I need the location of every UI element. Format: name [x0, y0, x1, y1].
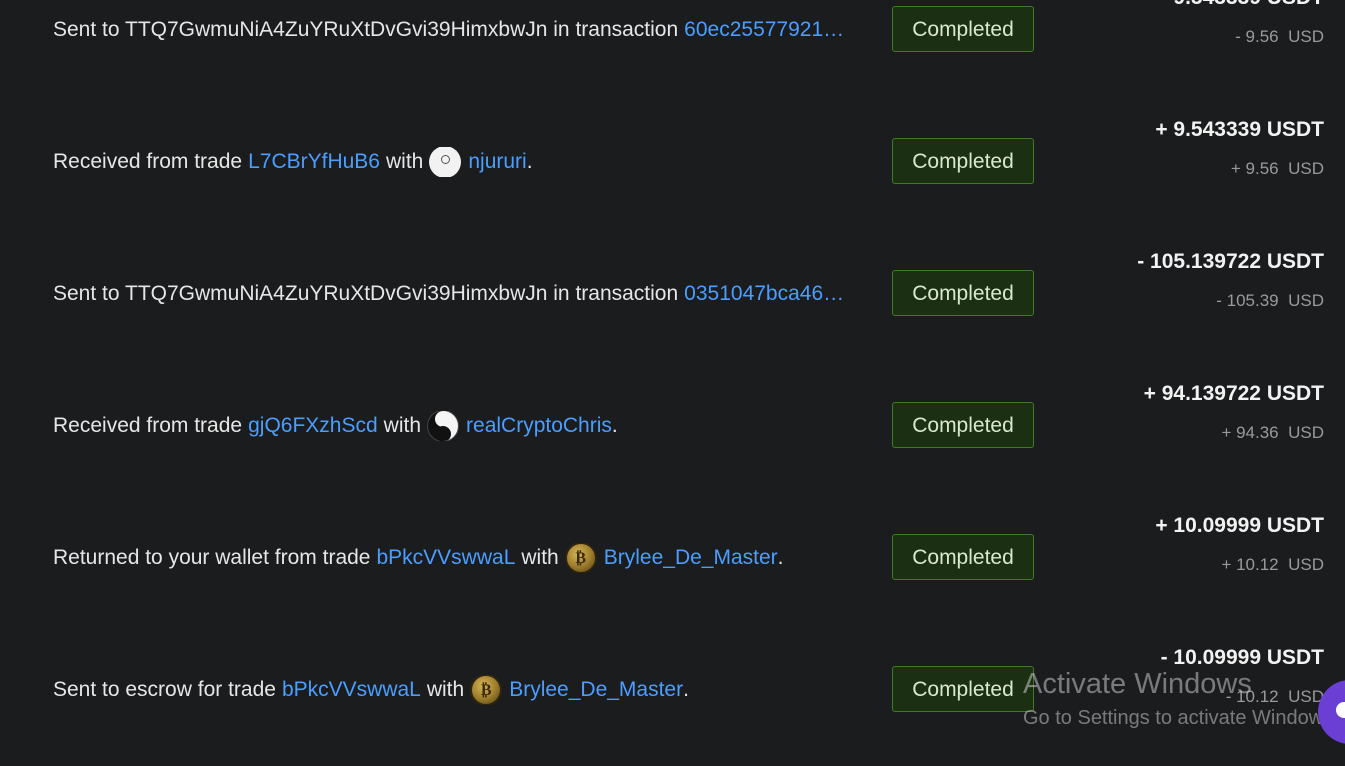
- person-avatar-icon: [429, 147, 462, 177]
- with-text: with: [426, 678, 465, 701]
- usd-amount: + 94.36 USD: [1221, 423, 1324, 443]
- status-badge: Completed: [892, 270, 1034, 316]
- transaction-prefix: Received from trade: [53, 150, 243, 173]
- yin-yang-avatar-icon: [427, 411, 460, 441]
- usd-currency: USD: [1288, 159, 1324, 178]
- status-badge: Completed: [892, 534, 1034, 580]
- sentence-end: .: [611, 414, 618, 437]
- transaction-prefix: Received from trade: [53, 414, 243, 437]
- transaction-description: Received from trade L7CBrYfHuB6 with nju…: [53, 147, 868, 177]
- usd-amount: - 10.12 USD: [1226, 687, 1324, 707]
- usd-currency: USD: [1288, 291, 1324, 310]
- usdt-amount: - 10.09999 USDT: [1160, 646, 1324, 669]
- with-text: with: [386, 150, 424, 173]
- usd-value: - 105.39: [1216, 291, 1279, 310]
- transaction-row: Received from trade gjQ6FXzhScd with rea…: [0, 359, 1345, 491]
- transaction-prefix: Returned to your wallet from trade: [53, 546, 371, 569]
- transaction-description: Sent to TTQ7GwmuNiA4ZuYRuXtDvGvi39Himxbw…: [53, 15, 868, 45]
- user-link[interactable]: realCryptoChris: [466, 414, 612, 438]
- usdt-amount: + 10.09999 USDT: [1155, 514, 1324, 537]
- with-text: with: [521, 546, 559, 569]
- status-badge: Completed: [892, 402, 1034, 448]
- transaction-row: Sent to escrow for trade bPkcVVswwaL wit…: [0, 623, 1345, 755]
- with-text: with: [383, 414, 422, 437]
- usdt-amount: + 9.543339 USDT: [1155, 118, 1324, 141]
- sentence-end: .: [777, 546, 784, 569]
- transaction-prefix: Sent to escrow for trade: [53, 678, 276, 701]
- transaction-hash-link[interactable]: 60ec255779216a...: [684, 18, 854, 42]
- transaction-description: Sent to escrow for trade bPkcVVswwaL wit…: [53, 675, 868, 705]
- trade-link[interactable]: bPkcVVswwaL: [376, 546, 515, 570]
- usd-amount: + 10.12 USD: [1221, 555, 1324, 575]
- transaction-row: Received from trade L7CBrYfHuB6 with nju…: [0, 95, 1345, 227]
- transaction-description: Returned to your wallet from trade bPkcV…: [53, 543, 868, 573]
- usd-amount: - 9.56 USD: [1235, 27, 1324, 47]
- usdt-amount: - 9.543339 USDT: [1161, 0, 1324, 10]
- status-badge: Completed: [892, 666, 1034, 712]
- transaction-row: Sent to TTQ7GwmuNiA4ZuYRuXtDvGvi39Himxbw…: [0, 0, 1345, 95]
- transaction-row: Sent to TTQ7GwmuNiA4ZuYRuXtDvGvi39Himxbw…: [0, 227, 1345, 359]
- transaction-description: Sent to TTQ7GwmuNiA4ZuYRuXtDvGvi39Himxbw…: [53, 279, 868, 309]
- trade-link[interactable]: L7CBrYfHuB6: [248, 150, 380, 174]
- usd-value: + 10.12: [1221, 555, 1279, 574]
- transaction-description: Received from trade gjQ6FXzhScd with rea…: [53, 411, 868, 441]
- transaction-row: Returned to your wallet from trade bPkcV…: [0, 491, 1345, 623]
- status-badge: Completed: [892, 138, 1034, 184]
- usd-value: - 10.12: [1225, 687, 1279, 706]
- bitcoin-avatar-icon: ₿: [470, 675, 503, 705]
- usd-value: + 9.56: [1230, 159, 1279, 178]
- transaction-prefix: Sent to TTQ7GwmuNiA4ZuYRuXtDvGvi39Himxbw…: [53, 282, 679, 305]
- usd-currency: USD: [1288, 423, 1324, 442]
- transaction-history-page: Sent to TTQ7GwmuNiA4ZuYRuXtDvGvi39Himxbw…: [0, 0, 1345, 766]
- usd-amount: - 105.39 USD: [1216, 291, 1324, 311]
- sentence-end: .: [683, 678, 689, 701]
- status-badge: Completed: [892, 6, 1034, 52]
- transaction-list: Sent to TTQ7GwmuNiA4ZuYRuXtDvGvi39Himxbw…: [0, 0, 1345, 755]
- user-link[interactable]: Brylee_De_Master: [509, 678, 683, 702]
- bitcoin-avatar-icon: ₿: [564, 543, 597, 573]
- trade-link[interactable]: gjQ6FXzhScd: [248, 414, 378, 438]
- usdt-amount: - 105.139722 USDT: [1137, 250, 1324, 273]
- usd-value: + 94.36: [1221, 423, 1279, 442]
- usd-value: - 9.56: [1235, 27, 1279, 46]
- usd-currency: USD: [1288, 555, 1324, 574]
- sentence-end: .: [526, 150, 533, 173]
- trade-link[interactable]: bPkcVVswwaL: [282, 678, 421, 702]
- transaction-hash-link[interactable]: 0351047bca4644...: [684, 282, 854, 306]
- usd-currency: USD: [1288, 27, 1324, 46]
- user-link[interactable]: Brylee_De_Master: [604, 546, 778, 570]
- usdt-amount: + 94.139722 USDT: [1143, 382, 1324, 405]
- usd-amount: + 9.56 USD: [1231, 159, 1324, 179]
- user-link[interactable]: njururi: [468, 150, 526, 174]
- transaction-prefix: Sent to TTQ7GwmuNiA4ZuYRuXtDvGvi39Himxbw…: [53, 18, 679, 41]
